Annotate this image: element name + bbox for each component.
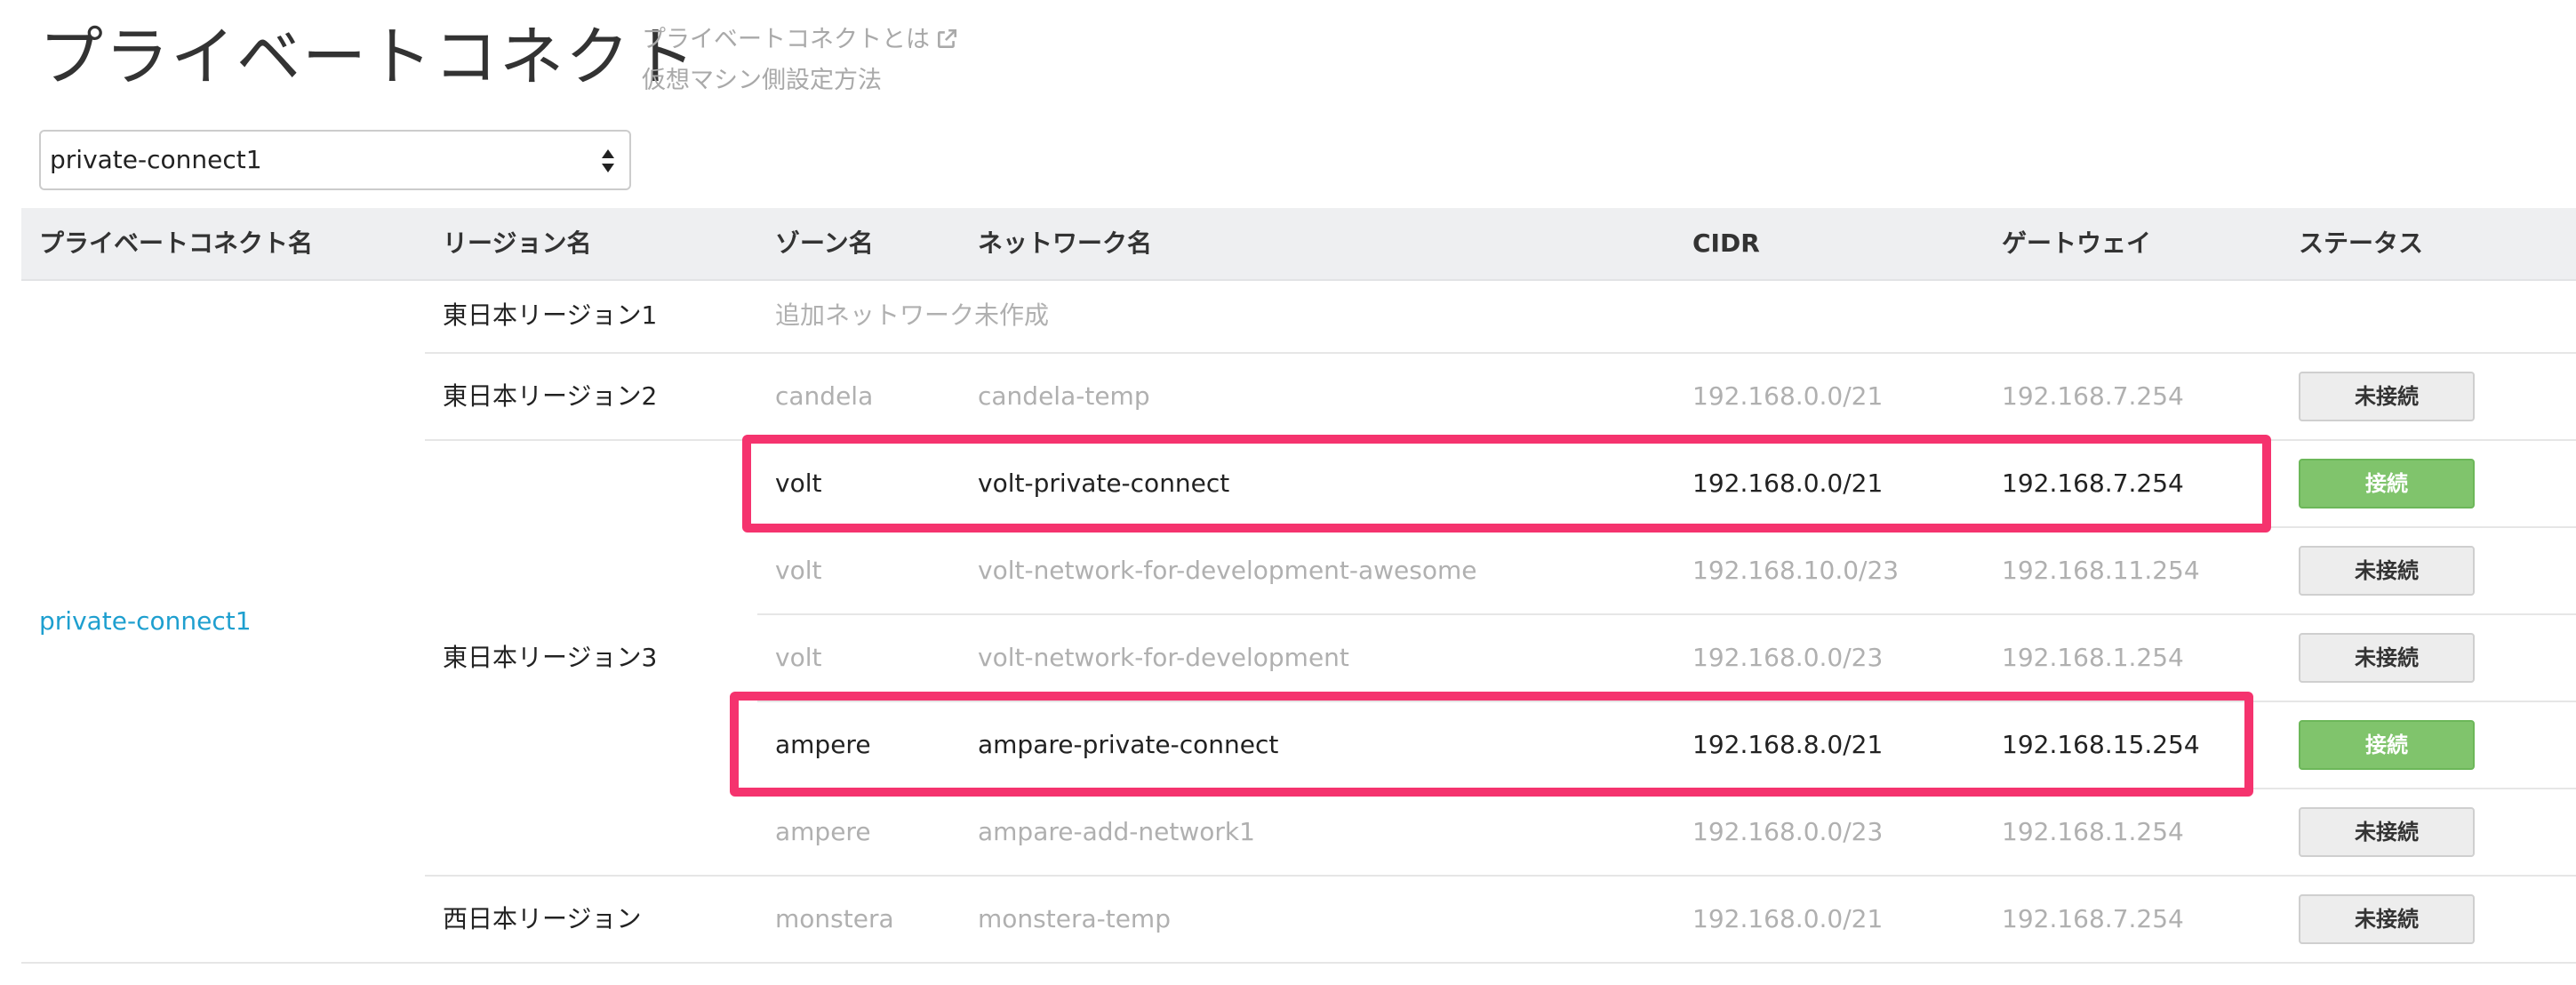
row-divider (425, 352, 2576, 354)
zone-name: candela (775, 381, 874, 411)
row-divider (757, 788, 2576, 789)
gateway-value: 192.168.11.254 (2002, 556, 2200, 585)
cidr-value: 192.168.0.0/21 (1692, 381, 1884, 411)
network-name: volt-network-for-development-awesome (978, 556, 1477, 585)
gateway-value: 192.168.1.254 (2002, 817, 2184, 846)
header-gateway: ゲートウェイ (2002, 228, 2152, 258)
gateway-value: 192.168.7.254 (2002, 468, 2184, 498)
no-additional-network-message: 追加ネットワーク未作成 (775, 300, 1050, 330)
status-disconnected-button[interactable]: 未接続 (2299, 372, 2475, 421)
table-header: プライベートコネクト名 リージョン名 ゾーン名 ネットワーク名 CIDR ゲート… (21, 208, 2576, 281)
header-status: ステータス (2299, 228, 2424, 258)
cidr-value: 192.168.0.0/21 (1692, 468, 1884, 498)
cidr-value: 192.168.0.0/23 (1692, 643, 1884, 672)
row-divider (757, 613, 2576, 615)
cidr-value: 192.168.10.0/23 (1692, 556, 1900, 585)
zone-name: monstera (775, 904, 894, 933)
row-divider (425, 439, 2576, 441)
zone-name: ampere (775, 730, 871, 759)
gateway-value: 192.168.1.254 (2002, 643, 2184, 672)
network-name: ampare-private-connect (978, 730, 1279, 759)
about-private-connect-link[interactable]: プライベートコネクトとは (642, 21, 958, 62)
cidr-value: 192.168.0.0/21 (1692, 904, 1884, 933)
status-disconnected-button[interactable]: 未接続 (2299, 633, 2475, 683)
status-connected-button[interactable]: 接続 (2299, 720, 2475, 770)
region-name: 西日本リージョン (443, 904, 642, 933)
network-name: monstera-temp (978, 904, 1171, 933)
select-arrows-icon (601, 148, 615, 177)
gateway-value: 192.168.15.254 (2002, 730, 2200, 759)
row-divider (425, 875, 2576, 877)
row-divider (757, 701, 2576, 702)
cidr-value: 192.168.0.0/23 (1692, 817, 1884, 846)
network-name: candela-temp (978, 381, 1150, 411)
header-private-connect-name: プライベートコネクト名 (39, 228, 314, 258)
region-name: 東日本リージョン2 (443, 381, 658, 411)
header-network-name: ネットワーク名 (978, 228, 1153, 258)
page-title: プライベートコネクト (39, 20, 698, 94)
gateway-value: 192.168.7.254 (2002, 904, 2184, 933)
status-disconnected-button[interactable]: 未接続 (2299, 546, 2475, 596)
gateway-value: 192.168.7.254 (2002, 381, 2184, 411)
external-link-icon (935, 25, 958, 62)
about-private-connect-link-label: プライベートコネクトとは (642, 26, 930, 53)
network-name: volt-private-connect (978, 468, 1230, 498)
region-name: 東日本リージョン1 (443, 300, 658, 330)
zone-name: volt (775, 643, 822, 672)
private-connect-select[interactable]: private-connect1 (39, 130, 631, 190)
zone-name: ampere (775, 817, 871, 846)
zone-name: volt (775, 468, 822, 498)
row-divider (757, 526, 2576, 528)
header-cidr: CIDR (1692, 228, 1760, 258)
status-disconnected-button[interactable]: 未接続 (2299, 894, 2475, 944)
cidr-value: 192.168.8.0/21 (1692, 730, 1884, 759)
network-name: volt-network-for-development (978, 643, 1349, 672)
header-zone-name: ゾーン名 (775, 228, 874, 258)
private-connect-name-link[interactable]: private-connect1 (39, 604, 252, 639)
private-connect-select-value: private-connect1 (50, 145, 262, 174)
status-connected-button[interactable]: 接続 (2299, 459, 2475, 509)
region-name: 東日本リージョン3 (443, 643, 658, 672)
status-disconnected-button[interactable]: 未接続 (2299, 807, 2475, 857)
network-name: ampare-add-network1 (978, 817, 1255, 846)
help-links: プライベートコネクトとは 仮想マシン側設定方法 (642, 21, 958, 100)
table-bottom-border (21, 962, 2576, 964)
header-region-name: リージョン名 (443, 228, 592, 258)
zone-name: volt (775, 556, 822, 585)
vm-setup-guide-link[interactable]: 仮想マシン側設定方法 (642, 62, 958, 100)
